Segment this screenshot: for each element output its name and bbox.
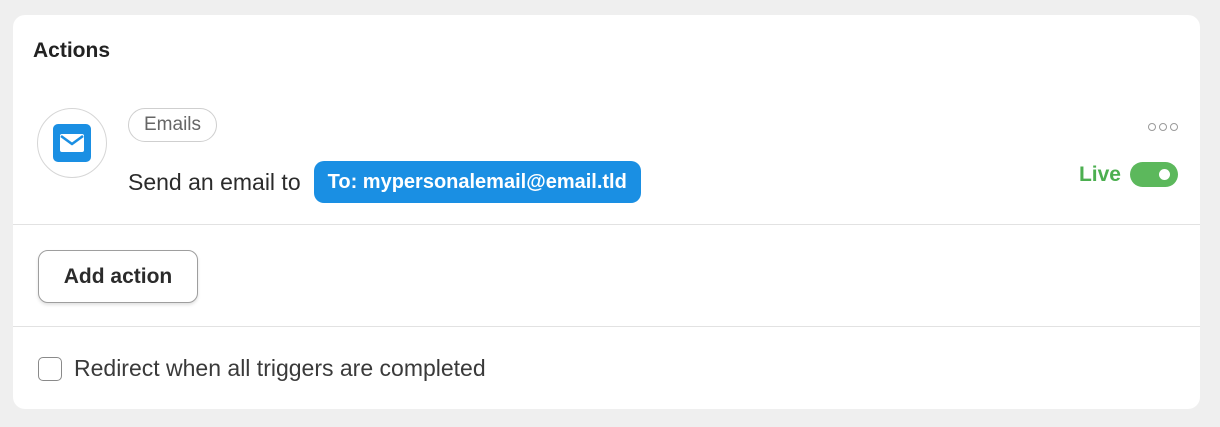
action-avatar xyxy=(37,108,107,178)
divider xyxy=(13,224,1200,225)
recipient-chip[interactable]: To: mypersonalemail@email.tld xyxy=(313,161,641,203)
more-options-icon[interactable] xyxy=(1148,117,1178,137)
actions-card: Actions Emails Send an email to To: mype… xyxy=(13,15,1200,409)
redirect-label[interactable]: Redirect when all triggers are completed xyxy=(74,355,486,382)
action-description: Send an email to To: mypersonalemail@ema… xyxy=(128,161,641,203)
redirect-option[interactable]: Redirect when all triggers are completed xyxy=(38,355,486,382)
live-toggle[interactable] xyxy=(1130,162,1178,187)
divider xyxy=(13,326,1200,327)
live-status: Live xyxy=(1079,162,1178,187)
add-action-button[interactable]: Add action xyxy=(38,250,198,303)
menu-dot xyxy=(1159,123,1167,131)
live-label: Live xyxy=(1078,162,1121,186)
action-item: Emails Send an email to To: mypersonalem… xyxy=(13,105,1200,223)
action-text: Send an email to xyxy=(128,168,301,195)
envelope-icon xyxy=(53,124,91,162)
section-title: Actions xyxy=(33,39,111,62)
category-tag: Emails xyxy=(128,108,218,142)
redirect-checkbox[interactable] xyxy=(38,356,62,381)
menu-dot xyxy=(1170,123,1178,131)
toggle-knob xyxy=(1159,169,1170,180)
menu-dot xyxy=(1148,123,1156,131)
